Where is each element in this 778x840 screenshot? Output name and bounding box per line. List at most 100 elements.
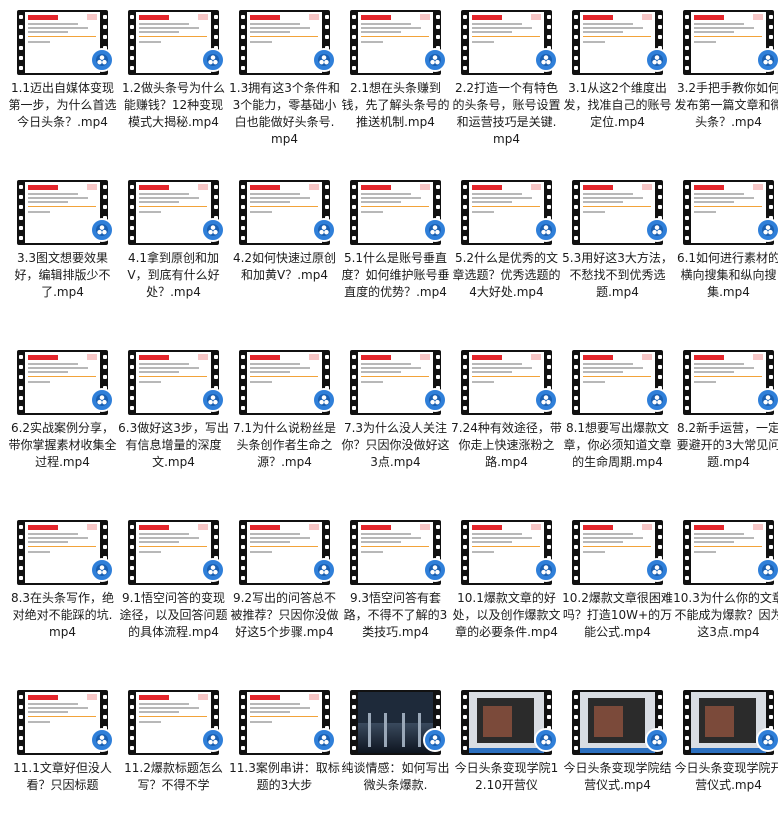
file-item[interactable]: 3.3图文想要效果好，编辑排版少不了.mp4 [7,170,118,330]
file-item[interactable]: 6.1如何进行素材的横向搜集和纵向搜集.mp4 [673,170,778,330]
video-file-icon [90,218,114,242]
file-item[interactable]: 11.2爆款标题怎么写？不得不学 [118,680,229,840]
thumbnail-frame [469,352,544,413]
file-item[interactable]: 2.2打造一个有特色的头条号，账号设置和运营技巧是关键.mp4 [451,0,562,160]
file-name: 3.1从这2个维度出发，找准自己的账号定位.mp4 [563,81,672,129]
thumbnail-frame [580,12,655,73]
file-item[interactable]: 5.2什么是优秀的文章选题？优秀选题的4大好处.mp4 [451,170,562,330]
thumbnail-frame [25,522,100,583]
video-file-icon [90,388,114,412]
video-file-icon [534,728,558,752]
file-name: 7.3为什么没人关注你？只因你没做好这3点.mp4 [341,421,450,469]
thumbnail-frame [247,522,322,583]
video-file-icon [312,388,336,412]
video-file-icon [645,728,669,752]
thumbnail-frame [691,12,766,73]
file-item[interactable]: 1.2做头条号为什么能赚钱？12种变现模式大揭秘.mp4 [118,0,229,160]
film-strip [572,180,579,245]
thumbnail-frame [136,692,211,753]
thumbnail-frame [25,352,100,413]
video-file-icon [534,218,558,242]
film-strip [683,520,690,585]
film-strip [572,520,579,585]
file-item[interactable]: 1.1迈出自媒体变现第一步，为什么首选今日头条？.mp4 [7,0,118,160]
file-item[interactable]: 5.1什么是账号垂直度？如何维护账号垂直度的优势？.mp4 [340,170,451,330]
thumbnail-frame [136,522,211,583]
video-file-icon [756,218,778,242]
file-item[interactable]: 8.2新手运营，一定要避开的3大常见问题.mp4 [673,340,778,500]
film-strip [239,350,246,415]
thumbnail-frame [580,352,655,413]
thumbnail-frame [358,692,433,753]
file-item[interactable]: 4.1拿到原创和加V，到底有什么好处？.mp4 [118,170,229,330]
file-name: 5.2什么是优秀的文章选题？优秀选题的4大好处.mp4 [452,251,561,299]
thumbnail-frame [136,352,211,413]
file-name: 2.1想在头条赚到钱，先了解头条号的推送机制.mp4 [341,81,450,129]
video-file-icon [423,218,447,242]
file-item[interactable]: 7.1为什么说粉丝是头条创作者生命之源？.mp4 [229,340,340,500]
file-item[interactable]: 今日头条变现学院结营仪式.mp4 [562,680,673,840]
thumbnail-frame [580,182,655,243]
video-file-icon [645,558,669,582]
thumbnail-frame [469,182,544,243]
file-item[interactable]: 今日头条变现学院12.10开营仪 [451,680,562,840]
file-item[interactable]: 3.2手把手教你如何发布第一篇文章和微头条？.mp4 [673,0,778,160]
file-item[interactable]: 10.1爆款文章的好处，以及创作爆款文章的必要条件.mp4 [451,510,562,670]
video-file-icon [534,48,558,72]
file-item[interactable]: 3.1从这2个维度出发，找准自己的账号定位.mp4 [562,0,673,160]
file-item[interactable]: 今日头条变现学院开营仪式.mp4 [673,680,778,840]
film-strip [350,180,357,245]
film-strip [17,690,24,755]
film-strip [683,350,690,415]
file-grid: 1.1迈出自媒体变现第一步，为什么首选今日头条？.mp4 1.2做头条号为什么能赚… [0,0,778,792]
file-name: 8.2新手运营，一定要避开的3大常见问题.mp4 [676,421,778,469]
thumbnail-frame [469,12,544,73]
file-item[interactable]: 2.1想在头条赚到钱，先了解头条号的推送机制.mp4 [340,0,451,160]
file-item[interactable]: 5.3用好这3大方法，不愁找不到优秀选题.mp4 [562,170,673,330]
file-item[interactable]: 6.3做好这3步，写出有信息增量的深度文.mp4 [118,340,229,500]
file-item[interactable]: 4.2如何快速过原创和加黄V？.mp4 [229,170,340,330]
thumbnail-frame [25,12,100,73]
file-item[interactable]: 11.3案例串讲：取标题的3大步 [229,680,340,840]
video-file-icon [645,388,669,412]
file-item[interactable]: 6.2实战案例分享，带你掌握素材收集全过程.mp4 [7,340,118,500]
video-file-icon [201,388,225,412]
file-name: 10.1爆款文章的好处，以及创作爆款文章的必要条件.mp4 [452,591,561,639]
film-strip [17,10,24,75]
thumbnail-frame [25,692,100,753]
file-item[interactable]: 8.3在头条写作，绝对绝对不能踩的坑.mp4 [7,510,118,670]
film-strip [683,180,690,245]
thumbnail-frame [691,522,766,583]
file-item[interactable]: 9.3悟空问答有套路，不得不了解的3类技巧.mp4 [340,510,451,670]
file-item[interactable]: 8.1想要写出爆款文章，你必须知道文章的生命周期.mp4 [562,340,673,500]
file-item[interactable]: 1.3拥有这3个条件和3个能力，零基础小白也能做好头条号.mp4 [229,0,340,160]
film-strip [350,10,357,75]
thumbnail-frame [136,12,211,73]
file-item[interactable]: 9.1悟空问答的变现途径，以及回答问题的具体流程.mp4 [118,510,229,670]
file-name: 4.1拿到原创和加V，到底有什么好处？.mp4 [127,251,220,299]
file-name: 8.1想要写出爆款文章，你必须知道文章的生命周期.mp4 [563,421,672,469]
video-file-icon [423,728,447,752]
file-item[interactable]: 纯谈情感：如何写出微头条爆款. [340,680,451,840]
file-item[interactable]: 7.24种有效途径，带你走上快速涨粉之路.mp4 [451,340,562,500]
file-item[interactable]: 9.2写出的问答总不被推荐？只因你没做好这5个步骤.mp4 [229,510,340,670]
video-file-icon [90,48,114,72]
file-item[interactable]: 10.3为什么你的文章不能成为爆款？因为这3点.mp4 [673,510,778,670]
file-name: 7.24种有效途径，带你走上快速涨粉之路.mp4 [451,421,562,469]
thumbnail-frame [136,182,211,243]
file-item[interactable]: 11.1文章好但没人看？只因标题 [7,680,118,840]
thumbnail-frame [358,352,433,413]
file-name: 1.3拥有这3个条件和3个能力，零基础小白也能做好头条号.mp4 [229,81,340,146]
film-strip [128,10,135,75]
video-file-icon [201,48,225,72]
file-item[interactable]: 7.3为什么没人关注你？只因你没做好这3点.mp4 [340,340,451,500]
file-name: 6.3做好这3步，写出有信息增量的深度文.mp4 [118,421,229,469]
video-file-icon [90,728,114,752]
file-name: 5.3用好这3大方法，不愁找不到优秀选题.mp4 [562,251,673,299]
video-file-icon [201,218,225,242]
film-strip [572,350,579,415]
file-name: 8.3在头条写作，绝对绝对不能踩的坑.mp4 [10,591,115,639]
file-item[interactable]: 10.2爆款文章很困难吗？打造10W+的万能公式.mp4 [562,510,673,670]
film-strip [461,180,468,245]
film-strip [572,690,579,755]
